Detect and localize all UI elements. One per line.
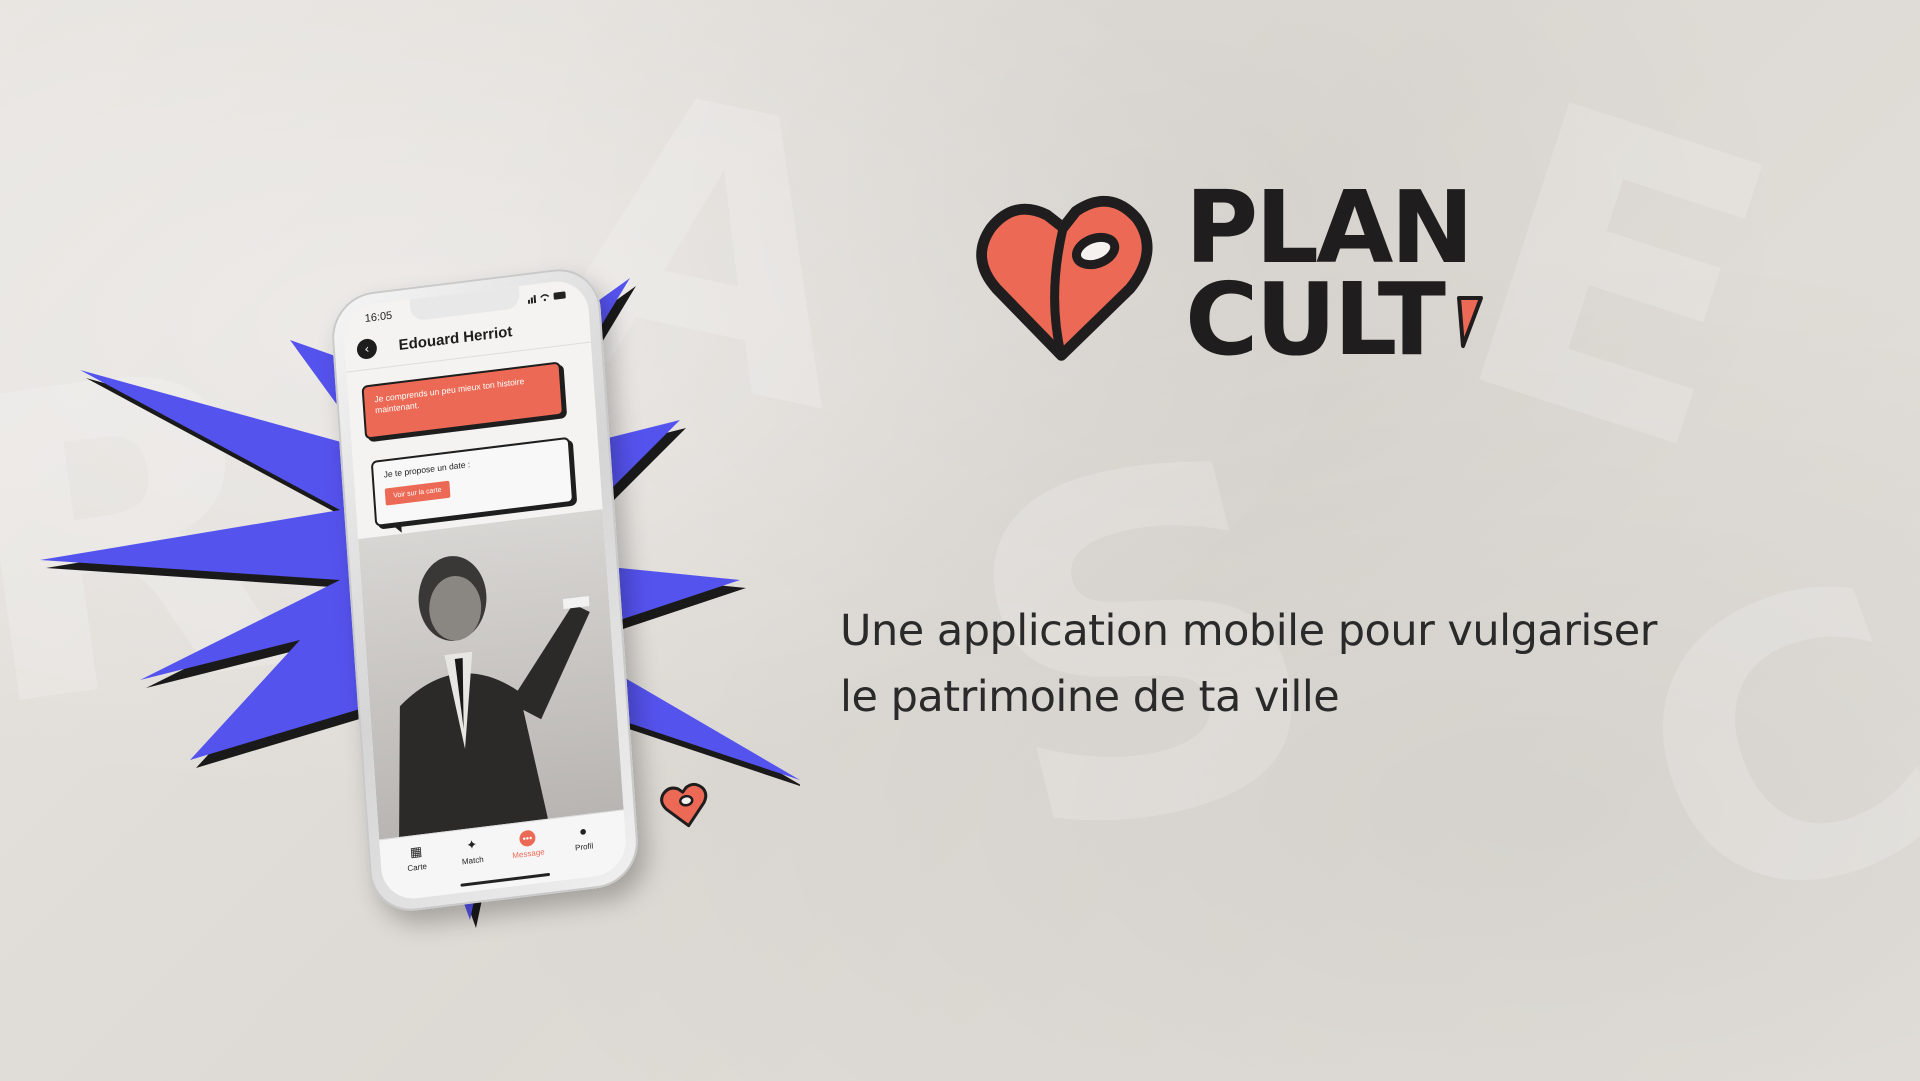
tab-match[interactable]: ✦ Match (445, 834, 499, 868)
logo-apostrophe-mark (1457, 296, 1483, 348)
message-icon: ••• (518, 829, 536, 848)
tab-label: Carte (407, 861, 428, 874)
tab-carte[interactable]: ▦ Carte (390, 841, 444, 875)
message-bubble: Je te propose un date : Voir sur la cart… (370, 436, 575, 535)
status-time: 16:05 (364, 309, 393, 326)
tagline: Une application mobile pour vulgariser l… (840, 598, 1760, 730)
historical-figure-photo (358, 509, 624, 841)
message-text: Je te propose un date : (383, 459, 471, 480)
back-button[interactable]: ‹ (356, 337, 378, 361)
sparkle-icon: ✦ (465, 836, 478, 853)
tagline-line-2: le patrimoine de ta ville (840, 672, 1340, 722)
message-text: Je comprends un peu mieux ton histoire m… (374, 375, 525, 416)
home-indicator (460, 872, 551, 887)
smartphone: 16:05 ‹ Edouard Herriot Je comprends un … (329, 264, 641, 916)
tagline-line-1: Une application mobile pour vulgariser (840, 606, 1657, 656)
tab-label: Profil (574, 841, 594, 853)
figure-silhouette (399, 556, 590, 838)
logo-word-cult: CULT (1185, 261, 1446, 378)
phone-screen: 16:05 ‹ Edouard Herriot Je comprends un … (341, 277, 629, 903)
phone-mockup-stage: 16:05 ‹ Edouard Herriot Je comprends un … (40, 260, 800, 940)
map-icon: ▦ (409, 843, 423, 860)
bubble-tail (391, 522, 402, 535)
tab-message[interactable]: ••• Message (501, 827, 555, 861)
heart-pin-logo-icon (976, 195, 1153, 361)
heart-pin-icon (660, 782, 708, 828)
tab-label: Match (461, 854, 484, 867)
message-bubble: Je comprends un peu mieux ton histoire m… (361, 361, 565, 440)
profile-icon: ● (578, 823, 588, 839)
signal-wifi-battery-icon (527, 291, 566, 304)
logo-wordmark: PLAN CULT (1185, 178, 1474, 378)
contact-name: Edouard Herriot (398, 323, 513, 355)
tab-profil[interactable]: ● Profil (557, 820, 611, 854)
view-on-map-button[interactable]: Voir sur la carte (384, 480, 451, 506)
plan-cult-logo: PLAN CULT (975, 178, 1515, 382)
tab-label: Message (512, 847, 545, 861)
